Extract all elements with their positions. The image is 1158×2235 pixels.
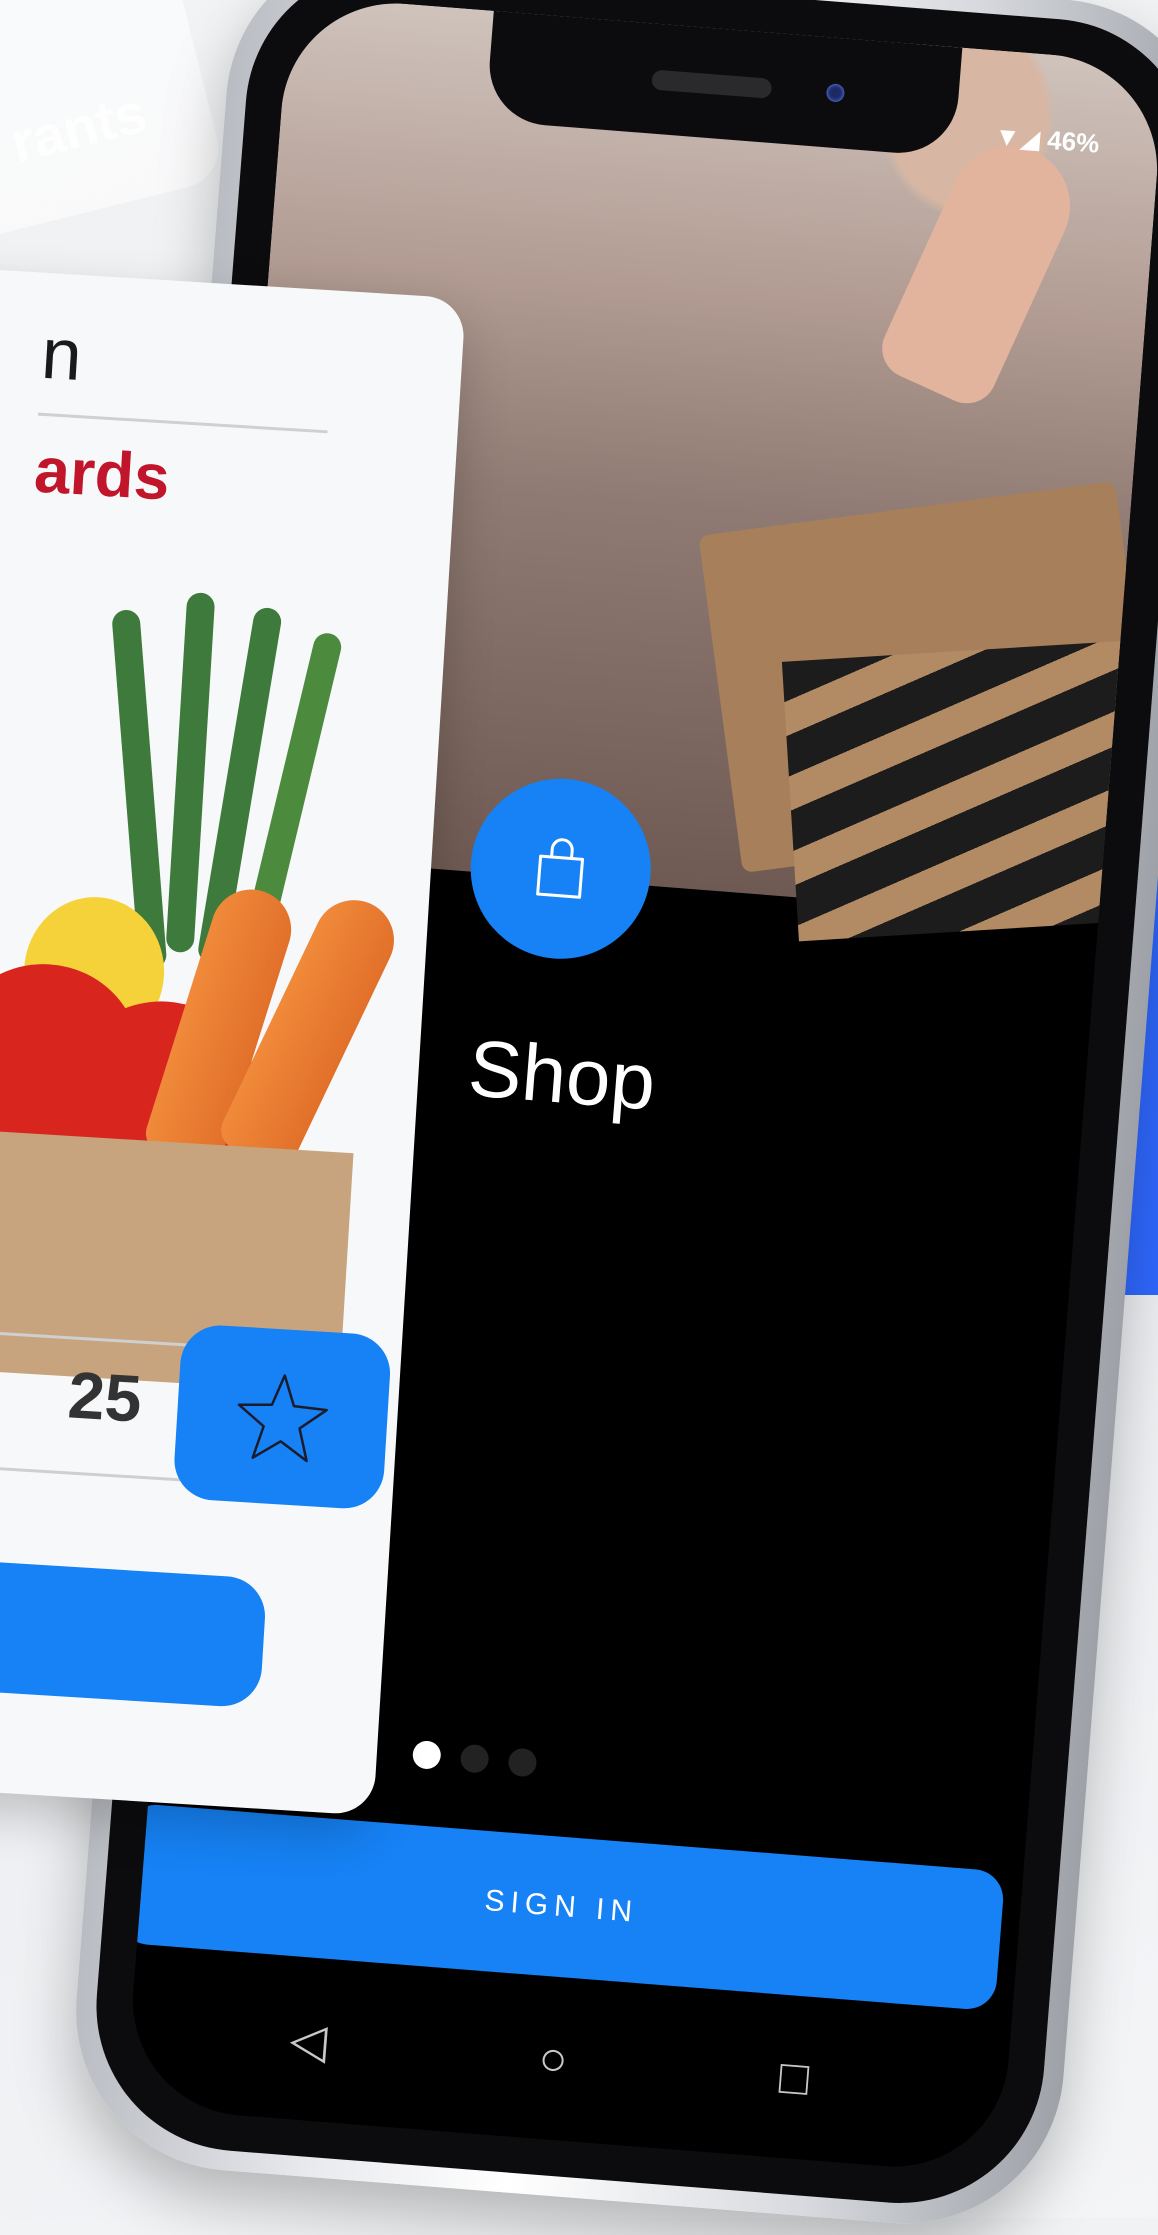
page-dot-1[interactable] — [411, 1739, 442, 1770]
hero-title: Shop — [465, 1023, 659, 1127]
points-value: 25 — [65, 1357, 144, 1436]
grocery-image — [0, 570, 408, 1393]
front-camera — [826, 83, 846, 103]
recent-apps-icon[interactable]: □ — [777, 2050, 810, 2108]
signal-icon: ◢ — [1019, 122, 1042, 155]
system-nav-bar: ◁ ○ □ — [288, 2011, 811, 2108]
card-action-button[interactable] — [0, 1558, 268, 1709]
page-indicator[interactable] — [411, 1739, 538, 1778]
star-icon — [237, 1373, 329, 1462]
card-title: n — [39, 313, 85, 397]
hand-shape — [872, 126, 1090, 414]
shopping-bag-icon — [536, 838, 585, 899]
back-icon[interactable]: ◁ — [288, 2011, 329, 2070]
earpiece-speaker — [651, 69, 773, 99]
page-dot-3[interactable] — [507, 1747, 538, 1778]
wifi-icon: ▼ — [993, 120, 1022, 153]
rewards-heading: ards — [32, 433, 172, 514]
points-divider-bottom — [0, 1463, 194, 1483]
striped-bag-shape — [781, 639, 1158, 942]
page-dot-2[interactable] — [459, 1743, 490, 1774]
battery-level: 46% — [1046, 124, 1101, 159]
card-divider — [37, 412, 328, 434]
sign-in-button[interactable]: SIGN IN — [124, 1802, 1006, 2012]
home-icon[interactable]: ○ — [537, 2031, 570, 2089]
favorite-button[interactable] — [172, 1323, 393, 1511]
